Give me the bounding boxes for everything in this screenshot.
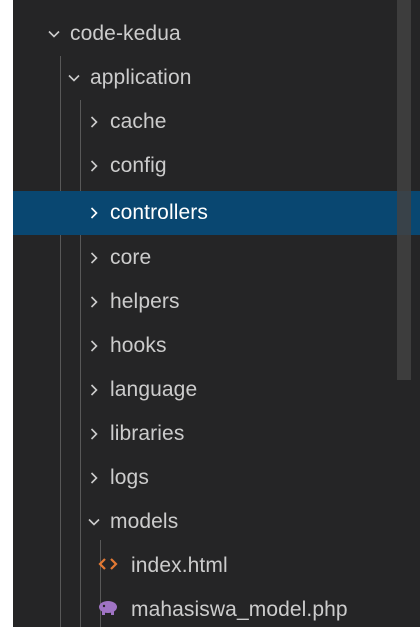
tree-item-controllers[interactable]: controllers [13, 191, 420, 235]
tree-item-label: libraries [110, 422, 185, 445]
tree-item-label: code-kedua [70, 22, 181, 45]
php-file-icon [97, 600, 119, 621]
chevron-right-icon[interactable] [87, 383, 101, 397]
window-edge-left [0, 0, 13, 635]
tree-item-mahasiswa-model-php[interactable]: mahasiswa_model.php [13, 588, 420, 627]
chevron-right-icon[interactable] [87, 427, 101, 441]
chevron-right-icon[interactable] [87, 339, 101, 353]
tree-item-logs[interactable]: logs [13, 456, 420, 500]
tree-item-label: config [110, 154, 167, 177]
tree-item-label: helpers [110, 290, 180, 313]
chevron-right-icon[interactable] [87, 295, 101, 309]
chevron-down-icon[interactable] [47, 27, 61, 41]
window-edge-bottom [0, 627, 420, 635]
vertical-scrollbar[interactable] [397, 0, 411, 380]
tree-item-application[interactable]: application [13, 56, 420, 100]
tree-item-helpers[interactable]: helpers [13, 280, 420, 324]
tree-item-label: controllers [110, 201, 208, 224]
tree-item-models[interactable]: models [13, 500, 420, 544]
tree-item-label: application [90, 66, 192, 89]
chevron-down-icon[interactable] [87, 515, 101, 529]
tree-item-label: cache [110, 110, 167, 133]
chevron-right-icon[interactable] [87, 159, 101, 173]
tree-item-config[interactable]: config [13, 144, 420, 188]
tree-item-label: hooks [110, 334, 167, 357]
tree-item-label: core [110, 246, 152, 269]
tree-item-cache[interactable]: cache [13, 100, 420, 144]
screenshot-frame: code-kedua application cache config cont… [0, 0, 420, 635]
chevron-right-icon[interactable] [87, 206, 101, 220]
chevron-right-icon[interactable] [87, 471, 101, 485]
tree-item-label: mahasiswa_model.php [131, 598, 348, 621]
tree-item-core[interactable]: core [13, 236, 420, 280]
tree-item-language[interactable]: language [13, 368, 420, 412]
chevron-right-icon[interactable] [87, 251, 101, 265]
tree-item-hooks[interactable]: hooks [13, 324, 420, 368]
html-file-icon [97, 557, 119, 576]
tree-item-label: logs [110, 466, 149, 489]
chevron-right-icon[interactable] [87, 115, 101, 129]
tree-item-label: language [110, 378, 198, 401]
tree-item-code-kedua[interactable]: code-kedua [13, 12, 420, 56]
chevron-down-icon[interactable] [67, 71, 81, 85]
tree-item-index-html[interactable]: index.html [13, 544, 420, 588]
explorer-sidebar: code-kedua application cache config cont… [13, 0, 420, 627]
tree-item-label: models [110, 510, 179, 533]
tree-item-label: index.html [131, 554, 228, 577]
tree-item-libraries[interactable]: libraries [13, 412, 420, 456]
